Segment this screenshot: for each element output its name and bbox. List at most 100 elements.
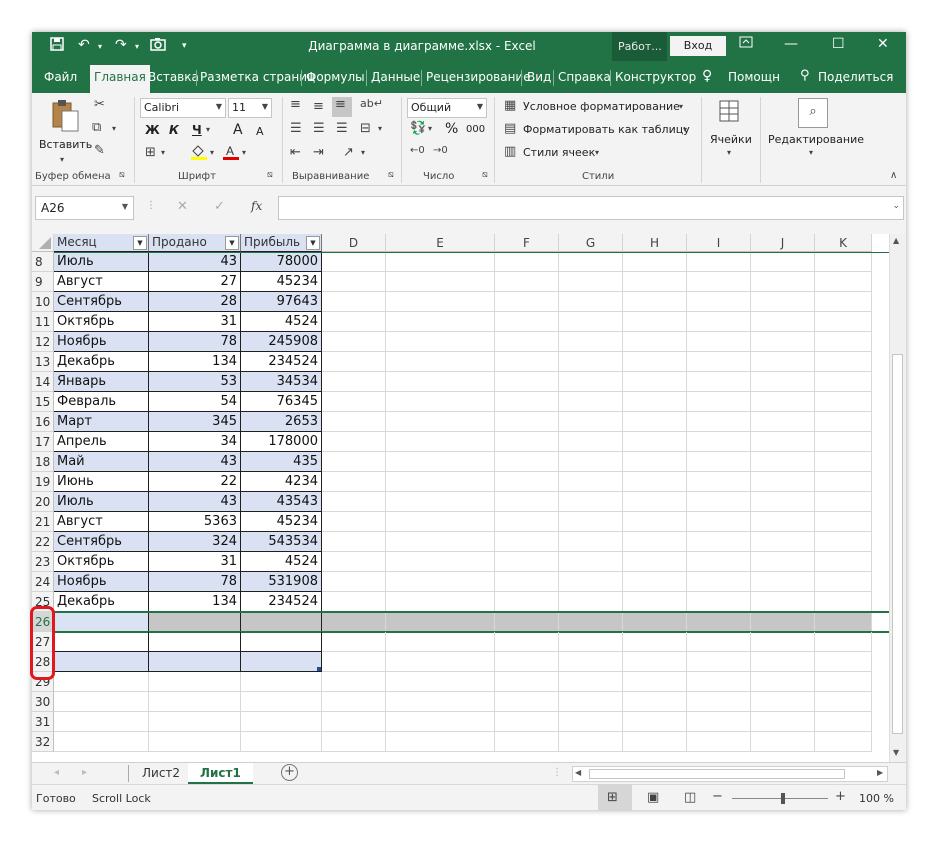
cell[interactable] (322, 272, 386, 292)
cell[interactable] (623, 392, 687, 412)
tab-page-layout[interactable]: Разметка страниц (200, 70, 315, 84)
table-cell[interactable]: 4234 (241, 472, 322, 492)
cell[interactable] (623, 412, 687, 432)
cell[interactable] (751, 392, 815, 412)
cell[interactable] (495, 392, 559, 412)
context-tab-label[interactable]: Работ... (612, 32, 667, 61)
font-color-icon[interactable]: A (222, 143, 240, 165)
horizontal-scrollbar[interactable]: ◀ ▶ (572, 766, 888, 782)
table-cell[interactable] (54, 672, 149, 692)
table-cell[interactable]: 27 (149, 272, 241, 292)
row-header[interactable]: 8 (32, 252, 54, 272)
filter-dropdown-icon[interactable]: ▼ (133, 236, 147, 250)
cell[interactable] (687, 632, 751, 652)
row-header[interactable]: 15 (32, 392, 54, 412)
cell[interactable] (559, 632, 623, 652)
paste-label[interactable]: Вставить (39, 138, 92, 151)
cell[interactable] (751, 732, 815, 752)
cell[interactable] (623, 452, 687, 472)
cell[interactable] (559, 492, 623, 512)
conditional-format-icon[interactable]: ▦ (504, 98, 516, 113)
cell[interactable] (386, 512, 495, 532)
h-scroll-thumb[interactable] (589, 769, 845, 779)
zoom-level[interactable]: 100 % (859, 792, 894, 805)
table-cell[interactable]: Январь (54, 372, 149, 392)
cut-icon[interactable]: ✂ (94, 97, 105, 112)
column-header[interactable]: F (495, 234, 559, 252)
clipboard-launcher-icon[interactable]: ⧅ (119, 170, 125, 180)
table-cell[interactable] (149, 712, 241, 732)
cell[interactable] (623, 292, 687, 312)
cell[interactable] (559, 672, 623, 692)
collapse-ribbon-icon[interactable]: ∧ (890, 170, 897, 181)
cell[interactable] (687, 672, 751, 692)
scroll-up-icon[interactable]: ▲ (893, 236, 899, 245)
cell[interactable] (322, 692, 386, 712)
cell[interactable] (495, 612, 559, 632)
cell[interactable] (559, 652, 623, 672)
cell[interactable] (751, 432, 815, 452)
table-cell[interactable] (149, 652, 241, 672)
cell[interactable] (751, 452, 815, 472)
align-left-icon[interactable]: ☰ (290, 121, 302, 136)
row-header[interactable]: 14 (32, 372, 54, 392)
row-header[interactable]: 16 (32, 412, 54, 432)
table-cell[interactable]: 5363 (149, 512, 241, 532)
cell[interactable] (623, 432, 687, 452)
cell[interactable] (815, 552, 872, 572)
increase-decimal-icon[interactable]: ←0 (410, 145, 425, 156)
cell[interactable] (815, 272, 872, 292)
row-header[interactable]: 32 (32, 732, 54, 752)
underline-dropdown-icon[interactable]: ▾ (206, 125, 210, 134)
percent-button[interactable]: % (445, 121, 458, 137)
scroll-down-icon[interactable]: ▼ (893, 748, 899, 757)
cell-styles-button[interactable]: Стили ячеек (523, 146, 595, 159)
cell[interactable] (495, 712, 559, 732)
cells-icon[interactable] (718, 99, 740, 127)
cell[interactable] (322, 572, 386, 592)
copy-icon[interactable]: ⧉ (92, 120, 101, 135)
editing-button[interactable]: Редактирование (768, 133, 864, 146)
currency-dropdown-icon[interactable]: ▾ (428, 124, 432, 133)
cell[interactable] (687, 292, 751, 312)
cell[interactable] (687, 572, 751, 592)
table-resize-handle[interactable] (317, 667, 321, 671)
cell[interactable] (687, 552, 751, 572)
cell[interactable] (687, 692, 751, 712)
cell[interactable] (495, 372, 559, 392)
row-header[interactable]: 19 (32, 472, 54, 492)
row-header[interactable]: 22 (32, 532, 54, 552)
cell[interactable] (687, 712, 751, 732)
redo-icon[interactable]: ↷ (115, 37, 127, 53)
cell[interactable] (495, 732, 559, 752)
row-header[interactable]: 31 (32, 712, 54, 732)
cell[interactable] (815, 312, 872, 332)
cell[interactable] (322, 532, 386, 552)
cell[interactable] (386, 572, 495, 592)
table-cell[interactable]: Июль (54, 492, 149, 512)
conditional-dropdown-icon[interactable]: ▾ (679, 102, 683, 111)
cell[interactable] (386, 652, 495, 672)
orientation-icon[interactable]: ↗ (343, 145, 354, 160)
cell[interactable] (815, 612, 872, 632)
table-header-cell[interactable]: Месяц ▼ (54, 234, 149, 252)
editing-dropdown-icon[interactable]: ▾ (809, 148, 813, 157)
cell[interactable] (386, 312, 495, 332)
table-cell[interactable]: Сентябрь (54, 532, 149, 552)
cell[interactable] (386, 472, 495, 492)
column-header[interactable]: H (623, 234, 687, 252)
tell-me-label[interactable]: Помощн (728, 70, 780, 84)
cell[interactable] (495, 692, 559, 712)
align-bottom-icon[interactable]: ≡ (332, 97, 352, 117)
cell[interactable] (559, 452, 623, 472)
cell[interactable] (687, 332, 751, 352)
cell[interactable] (815, 532, 872, 552)
cell[interactable] (815, 652, 872, 672)
cell[interactable] (495, 432, 559, 452)
paste-dropdown-icon[interactable]: ▾ (60, 155, 64, 164)
cell[interactable] (687, 492, 751, 512)
cell[interactable] (495, 532, 559, 552)
cell[interactable] (623, 532, 687, 552)
format-as-table-button[interactable]: Форматировать как таблицу (523, 123, 690, 136)
table-cell[interactable] (241, 672, 322, 692)
